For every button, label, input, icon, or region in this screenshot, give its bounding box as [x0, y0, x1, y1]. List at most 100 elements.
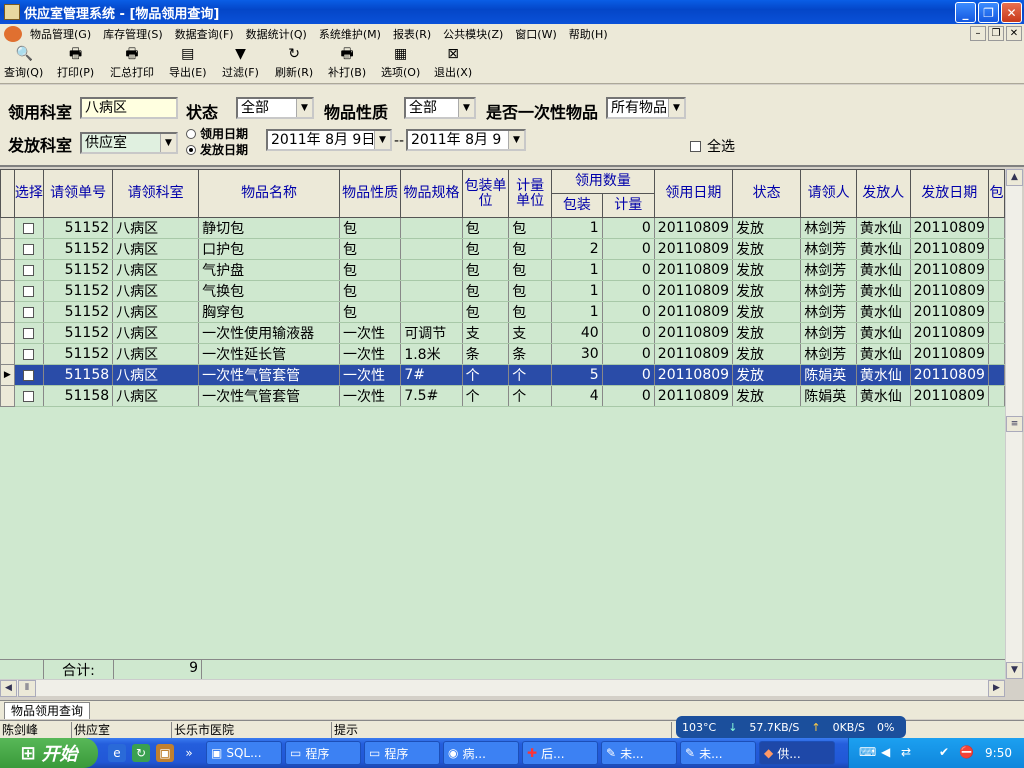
checkbox-icon[interactable]	[23, 369, 35, 381]
mdi-close-button[interactable]: ✕	[1006, 26, 1022, 41]
menu-item-window[interactable]: 窗口(W)	[509, 26, 562, 42]
app-menu-icon[interactable]	[4, 26, 22, 42]
start-button[interactable]: ⊞ 开始	[0, 738, 98, 768]
checkbox-icon[interactable]	[23, 348, 35, 360]
checkbox-icon[interactable]	[23, 222, 35, 234]
mdi-minimize-button[interactable]: –	[970, 26, 986, 41]
table-row[interactable]: 51152 八病区 气护盘包包包 1 0 20110809 发放 林剑芳 黄水仙 20110809	[0, 259, 1005, 281]
col-header-pack-unit[interactable]: 包装单位	[461, 169, 510, 218]
vertical-scrollbar[interactable]: ▲ ≡ ▼	[1005, 169, 1023, 679]
menu-item-system[interactable]: 系统维护(M)	[313, 26, 387, 42]
col-header-nature[interactable]: 物品性质	[338, 169, 402, 218]
task-untitled-2[interactable]: ✎ 未...	[680, 741, 756, 765]
restore-button[interactable]: ❐	[978, 2, 999, 23]
tab-goods-query[interactable]: 物品领用查询	[4, 702, 91, 719]
checkbox-icon[interactable]	[23, 264, 35, 276]
network-icon[interactable]: ⇄	[901, 745, 911, 759]
col-header-qty-measure[interactable]: 计量	[601, 193, 655, 218]
row-indicator[interactable]: ▶	[0, 364, 15, 386]
chevron-down-icon[interactable]: ▼	[508, 131, 524, 149]
select-all-checkbox[interactable]: 全选	[690, 136, 735, 156]
query-button[interactable]: 🔍 查询(Q)	[4, 46, 43, 80]
table-row[interactable]: 51152 八病区 胸穿包包包包 1 0 20110809 发放 林剑芳 黄水仙 20110809	[0, 301, 1005, 323]
shield-icon[interactable]: ✔	[939, 745, 949, 759]
refresh-button[interactable]: ↻ 刷新(R)	[275, 46, 313, 80]
checkbox-icon[interactable]	[23, 306, 35, 318]
issue-dept-select[interactable]: 供应室 ▼	[80, 132, 178, 154]
table-row[interactable]: 51152 八病区 一次性延长管 一次性 1.8米条条 30 0 20110809 发放 林剑芳黄…	[0, 343, 1005, 365]
row-indicator[interactable]	[0, 259, 15, 281]
row-indicator[interactable]	[0, 322, 15, 344]
quicklaunch-more-icon[interactable]: »	[180, 744, 198, 762]
row-select-cell[interactable]	[14, 280, 45, 302]
col-header-issuer[interactable]: 发放人	[855, 169, 911, 218]
checkbox-icon[interactable]	[23, 285, 35, 297]
col-header-req-dept[interactable]: 请领科室	[112, 169, 200, 218]
mdi-restore-button[interactable]: ❐	[988, 26, 1004, 41]
quicklaunch-app-icon[interactable]: ▣	[156, 744, 174, 762]
row-indicator[interactable]	[0, 217, 15, 239]
task-sql[interactable]: ▣ SQL...	[206, 741, 282, 765]
status-select[interactable]: 全部 ▼	[236, 97, 314, 119]
minimize-button[interactable]: _	[955, 2, 976, 23]
summary-print-button[interactable]: 🖶 汇总打印	[110, 46, 154, 80]
menu-item-goods[interactable]: 物品管理(G)	[24, 26, 97, 42]
exit-button[interactable]: ⊠ 退出(X)	[434, 46, 472, 80]
nature-select[interactable]: 全部 ▼	[404, 97, 476, 119]
col-header-req-no[interactable]: 请领单号	[43, 169, 114, 218]
checkbox-icon[interactable]	[23, 390, 35, 402]
menu-item-query[interactable]: 数据查询(F)	[169, 26, 240, 42]
chevron-down-icon[interactable]: ▼	[160, 134, 176, 152]
back-icon[interactable]: ◀	[881, 745, 890, 759]
col-header-item-name[interactable]: 物品名称	[198, 169, 340, 218]
ie-icon[interactable]: e	[108, 744, 126, 762]
row-select-cell[interactable]	[14, 301, 45, 323]
row-indicator[interactable]	[0, 301, 15, 323]
chevron-down-icon[interactable]: ▼	[668, 99, 684, 117]
table-row[interactable]: ▶ 51158 八病区 一次性气管套管 一次性 7# 个个 5 0 20110809 发放 陈娟英 黄水…	[0, 364, 1005, 386]
col-header-extra[interactable]: 包	[987, 169, 1005, 218]
table-row[interactable]: 51152 八病区 口护包包包包 2 0 20110809 发放 林剑芳 黄水仙 20110809	[0, 238, 1005, 260]
col-header-use-date[interactable]: 领用日期	[653, 169, 734, 218]
col-header-measure-unit[interactable]: 计量单位	[508, 169, 553, 218]
close-button[interactable]: ✕	[1001, 2, 1022, 23]
col-header-requester[interactable]: 请领人	[800, 169, 857, 218]
task-program-1[interactable]: ▭ 程序	[285, 741, 361, 765]
row-select-cell[interactable]	[14, 385, 45, 407]
row-select-cell[interactable]	[14, 217, 45, 239]
row-select-cell[interactable]	[14, 364, 45, 386]
row-select-cell[interactable]	[14, 322, 45, 344]
menu-item-help[interactable]: 帮助(H)	[563, 26, 614, 42]
radio-use-date[interactable]: 领用日期	[186, 125, 248, 142]
col-header-select[interactable]: 选择	[13, 169, 45, 218]
menu-item-stock[interactable]: 库存管理(S)	[97, 26, 169, 42]
export-button[interactable]: ▤ 导出(E)	[169, 46, 207, 80]
table-row[interactable]: 51158 八病区 一次性气管套管 一次性 7.5# 个个 4 0 20110809 发放 陈娟英黄…	[0, 385, 1005, 407]
row-indicator[interactable]	[0, 343, 15, 365]
horizontal-scrollbar[interactable]: ◀ ⦀ ▶	[0, 679, 1005, 697]
keyboard-icon[interactable]: ⌨	[859, 745, 876, 759]
col-header-spec[interactable]: 物品规格	[400, 169, 463, 218]
scroll-up-icon[interactable]: ▲	[1006, 169, 1023, 186]
scroll-left-icon[interactable]: ◀	[0, 680, 17, 697]
checkbox-icon[interactable]	[23, 243, 35, 255]
col-header-status[interactable]: 状态	[732, 169, 802, 218]
col-header-issue-date[interactable]: 发放日期	[909, 169, 989, 218]
title-bar[interactable]: 供应室管理系统 - [物品领用查询] _ ❐ ✕	[0, 0, 1024, 24]
row-indicator[interactable]	[0, 385, 15, 407]
row-select-cell[interactable]	[14, 259, 45, 281]
table-row[interactable]: 51152 八病区 气换包包包包 1 0 20110809 发放 林剑芳 黄水仙 20110809	[0, 280, 1005, 302]
refresh-browser-icon[interactable]: ↻	[132, 744, 150, 762]
chevron-down-icon[interactable]: ▼	[296, 99, 312, 117]
row-select-cell[interactable]	[14, 238, 45, 260]
scroll-right-icon[interactable]: ▶	[988, 680, 1005, 697]
task-program-2[interactable]: ▭ 程序	[364, 741, 440, 765]
print-button[interactable]: 🖶 打印(P)	[57, 46, 94, 80]
clock[interactable]: 9:50	[985, 746, 1012, 760]
menu-item-stats[interactable]: 数据统计(Q)	[240, 26, 313, 42]
task-disease[interactable]: ◉ 病...	[443, 741, 519, 765]
dept-field[interactable]: 八病区	[80, 97, 178, 119]
row-indicator[interactable]	[0, 280, 15, 302]
task-backend[interactable]: ✚ 后...	[522, 741, 598, 765]
task-supply[interactable]: ◆ 供...	[759, 741, 835, 765]
